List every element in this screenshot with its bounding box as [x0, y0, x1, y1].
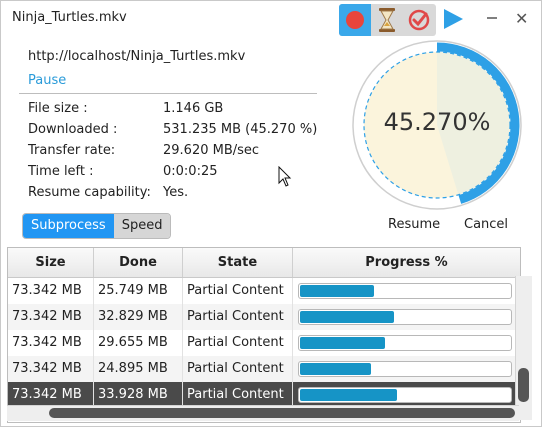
- play-icon: [444, 9, 463, 29]
- cell-progress: [293, 356, 520, 382]
- progress-bar: [298, 335, 512, 351]
- progress-bar: [298, 309, 512, 325]
- info-row-file-size: File size : 1.146 GB: [28, 101, 328, 121]
- progress-bar-fill: [300, 363, 371, 375]
- progress-bar-fill: [300, 389, 397, 401]
- info-label: Resume capability:: [28, 185, 151, 200]
- table-row[interactable]: 73.342 MB 24.895 MB Partial Content: [8, 356, 520, 382]
- scroll-corner: [519, 405, 531, 420]
- cell-size: 73.342 MB: [8, 304, 94, 330]
- cell-size: 73.342 MB: [8, 278, 94, 304]
- info-label: File size :: [28, 101, 88, 116]
- column-header-state[interactable]: State: [183, 248, 293, 277]
- minimize-button[interactable]: [485, 10, 499, 24]
- progress-bar: [298, 361, 512, 377]
- minimize-icon: [487, 17, 497, 19]
- cell-size: 73.342 MB: [8, 330, 94, 356]
- column-header-size[interactable]: Size: [8, 248, 94, 277]
- cell-done: 29.655 MB: [94, 330, 183, 356]
- close-icon: ✕: [515, 9, 529, 28]
- gauge-percentage: 45.270%: [383, 108, 491, 136]
- window-title: Ninja_Turtles.mkv: [12, 10, 127, 25]
- cell-done: 32.829 MB: [94, 304, 183, 330]
- cell-progress: [293, 330, 520, 356]
- info-row-transfer-rate: Transfer rate: 29.620 MB/sec: [28, 143, 328, 163]
- vertical-scrollbar[interactable]: [515, 276, 532, 420]
- info-row-downloaded: Downloaded : 531.235 MB (45.270 %): [28, 122, 328, 142]
- record-button[interactable]: [339, 4, 371, 36]
- cell-state: Partial Content: [183, 278, 293, 304]
- progress-bar-fill: [300, 337, 385, 349]
- info-label: Time left :: [28, 164, 94, 179]
- vertical-scroll-thumb[interactable]: [518, 368, 529, 402]
- info-value: 0:0:0:25: [163, 164, 218, 179]
- column-header-done[interactable]: Done: [94, 248, 183, 277]
- resume-button[interactable]: Resume: [388, 217, 440, 232]
- cell-progress: [293, 278, 520, 304]
- cancel-button[interactable]: Cancel: [464, 217, 508, 232]
- download-url: http://localhost/Ninja_Turtles.mkv: [28, 49, 246, 64]
- record-icon: [346, 11, 364, 29]
- progress-bar: [298, 283, 512, 299]
- info-value: 531.235 MB (45.270 %): [163, 122, 318, 137]
- cell-state: Partial Content: [183, 356, 293, 382]
- info-value: 1.146 GB: [163, 101, 224, 116]
- view-toggle: Subprocess Speed: [22, 213, 172, 239]
- check-circle-icon: [408, 9, 430, 31]
- column-header-progress[interactable]: Progress %: [293, 248, 520, 277]
- hourglass-icon: [379, 8, 395, 32]
- info-label: Downloaded :: [28, 122, 118, 137]
- horizontal-scrollbar[interactable]: [7, 405, 519, 421]
- play-button[interactable]: [442, 8, 464, 34]
- progress-bar-fill: [300, 285, 374, 297]
- check-button[interactable]: [403, 4, 435, 36]
- info-value: Yes.: [163, 185, 189, 200]
- progress-bar: [298, 387, 512, 403]
- cell-progress: [293, 304, 520, 330]
- info-label: Transfer rate:: [28, 143, 116, 158]
- close-button[interactable]: ✕: [515, 9, 528, 28]
- table-row[interactable]: 73.342 MB 25.749 MB Partial Content: [8, 278, 520, 304]
- divider: [19, 93, 317, 94]
- cell-state: Partial Content: [183, 304, 293, 330]
- mouse-cursor-icon: [278, 166, 292, 187]
- tab-speed[interactable]: Speed: [113, 214, 171, 238]
- table-row[interactable]: 73.342 MB 29.655 MB Partial Content: [8, 330, 520, 356]
- progress-bar-fill: [300, 311, 394, 323]
- pause-link[interactable]: Pause: [28, 73, 66, 88]
- horizontal-scroll-thumb[interactable]: [49, 408, 515, 418]
- cell-size: 73.342 MB: [8, 356, 94, 382]
- download-window: Ninja_Turtles.mkv ✕ http://localhost/Nin…: [0, 0, 542, 427]
- tab-subprocess[interactable]: Subprocess: [23, 214, 114, 238]
- table-header: Size Done State Progress %: [8, 248, 520, 278]
- cell-state: Partial Content: [183, 330, 293, 356]
- info-row-resume-capability: Resume capability: Yes.: [28, 185, 328, 205]
- toolbar-group: [339, 4, 436, 36]
- info-value: 29.620 MB/sec: [163, 143, 260, 158]
- table-row[interactable]: 73.342 MB 32.829 MB Partial Content: [8, 304, 520, 330]
- subprocess-table: Size Done State Progress % 73.342 MB 25.7…: [7, 247, 521, 423]
- hourglass-button[interactable]: [371, 4, 403, 36]
- cell-done: 24.895 MB: [94, 356, 183, 382]
- cell-done: 25.749 MB: [94, 278, 183, 304]
